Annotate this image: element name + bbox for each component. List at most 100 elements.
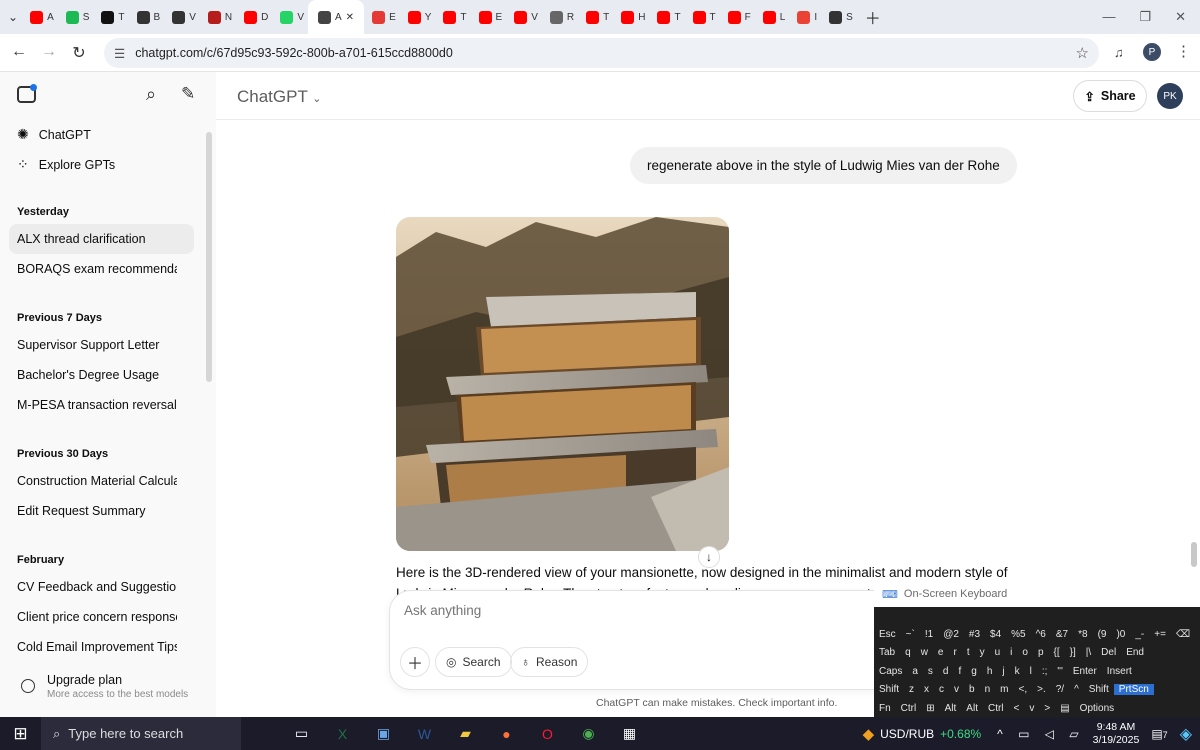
sidebar-chat-item[interactable]: Cold Email Improvement Tips bbox=[17, 640, 177, 654]
osk-key[interactable]: p bbox=[1033, 647, 1049, 658]
osk-key[interactable]: ▤ bbox=[1055, 703, 1074, 714]
osk-key[interactable]: t bbox=[962, 647, 975, 658]
ticker-symbol[interactable]: USD/RUB bbox=[880, 727, 934, 741]
osk-key[interactable]: <, bbox=[1013, 684, 1032, 695]
browser-tab[interactable]: E bbox=[471, 0, 507, 34]
system-tray-icons[interactable]: ^ ▭ ◁ ▱ bbox=[997, 727, 1084, 741]
browser-tab[interactable]: R bbox=[542, 0, 578, 34]
osk-key[interactable]: :; bbox=[1037, 666, 1053, 677]
osk-key[interactable]: v bbox=[949, 684, 964, 695]
browser-tab[interactable]: D bbox=[236, 0, 272, 34]
osk-key[interactable]: Home bbox=[1195, 629, 1200, 640]
osk-key[interactable]: Ctrl bbox=[896, 703, 922, 714]
browser-tab[interactable]: Y bbox=[400, 0, 436, 34]
share-button[interactable]: ⇪ Share bbox=[1073, 80, 1147, 112]
task-view-icon[interactable]: ▭ bbox=[281, 717, 322, 750]
taskbar-search[interactable]: ⌕ Type here to search bbox=[41, 717, 241, 750]
browser-tab[interactable]: T bbox=[578, 0, 613, 34]
osk-key[interactable]: b bbox=[964, 684, 980, 695]
osk-key[interactable]: ^ bbox=[1069, 684, 1084, 695]
osk-key[interactable]: Caps bbox=[874, 666, 907, 677]
browser-tab[interactable]: T bbox=[435, 0, 470, 34]
clock[interactable]: 9:48 AM 3/19/2025 bbox=[1093, 721, 1140, 747]
browser-tab[interactable]: T bbox=[93, 0, 128, 34]
osk-key[interactable]: y bbox=[975, 647, 990, 658]
minimize-icon[interactable]: — bbox=[1102, 9, 1115, 25]
osk-key[interactable]: Shift bbox=[874, 684, 904, 695]
osk-key[interactable]: $4 bbox=[985, 629, 1006, 640]
browser-tab[interactable]: V bbox=[164, 0, 200, 34]
forward-icon[interactable]: → bbox=[34, 43, 64, 61]
osk-key[interactable]: q bbox=[900, 647, 916, 658]
osk-key[interactable]: o bbox=[1017, 647, 1033, 658]
user-avatar[interactable]: PK bbox=[1157, 83, 1183, 109]
osk-key[interactable]: c bbox=[934, 684, 949, 695]
upgrade-plan-button[interactable]: Upgrade plan More access to the best mod… bbox=[17, 672, 202, 708]
browser-tab[interactable]: F bbox=[720, 0, 755, 34]
address-bar[interactable]: ☰ chatgpt.com/c/67d95c93-592c-800b-a701-… bbox=[104, 38, 1099, 68]
osk-key[interactable]: g bbox=[966, 666, 982, 677]
osk-key[interactable]: z bbox=[904, 684, 919, 695]
osk-key[interactable]: _- bbox=[1130, 629, 1149, 640]
sidebar-chat-item[interactable]: Construction Material Calculat bbox=[17, 474, 177, 488]
osk-key[interactable]: "' bbox=[1052, 666, 1067, 677]
osk-key[interactable]: Tab bbox=[874, 647, 900, 658]
reload-icon[interactable]: ↻ bbox=[64, 43, 94, 63]
osk-titlebar[interactable]: ⌨ On-Screen Keyboard bbox=[874, 581, 1200, 607]
search-chats-icon[interactable]: ⌕ bbox=[146, 84, 156, 105]
browser-tab[interactable]: V bbox=[506, 0, 542, 34]
osk-key[interactable]: m bbox=[995, 684, 1013, 695]
osk-key[interactable]: < bbox=[1009, 703, 1025, 714]
word-icon[interactable]: W bbox=[404, 717, 445, 750]
osk-key[interactable]: v bbox=[1024, 703, 1039, 714]
osk-key[interactable]: Options bbox=[1075, 703, 1119, 714]
browser-tab[interactable]: A ✕ bbox=[308, 0, 365, 34]
osk-key[interactable]: w bbox=[916, 647, 933, 658]
osk-key[interactable]: Enter bbox=[1068, 666, 1102, 677]
osk-key[interactable]: Alt bbox=[961, 703, 983, 714]
media-control-icon[interactable]: ♫ bbox=[1114, 45, 1124, 60]
new-tab-button[interactable]: ＋ bbox=[857, 0, 885, 34]
osk-key[interactable]: @2 bbox=[938, 629, 964, 640]
osk-key[interactable]: i bbox=[1005, 647, 1017, 658]
sidebar-chat-item[interactable]: Edit Request Summary bbox=[17, 504, 177, 518]
scroll-down-icon[interactable]: ↓ bbox=[698, 546, 720, 568]
browser-tab[interactable]: L bbox=[755, 0, 790, 34]
osk-key[interactable]: e bbox=[933, 647, 949, 658]
browser-tab[interactable]: V bbox=[272, 0, 308, 34]
back-icon[interactable]: ← bbox=[4, 43, 34, 61]
osk-key[interactable]: {[ bbox=[1049, 647, 1065, 658]
browser-tab[interactable]: H bbox=[613, 0, 649, 34]
chrome-icon[interactable]: ◉ bbox=[568, 717, 609, 750]
main-scrollbar[interactable] bbox=[1191, 542, 1197, 567]
osk-key[interactable]: h bbox=[982, 666, 998, 677]
sidebar-chat-item[interactable]: M-PESA transaction reversal re bbox=[17, 398, 177, 412]
osk-key[interactable]: l bbox=[1025, 666, 1037, 677]
osk-key[interactable]: ⌫ bbox=[1171, 629, 1195, 640]
generated-image[interactable] bbox=[396, 217, 729, 551]
osk-key[interactable]: s bbox=[923, 666, 938, 677]
opera-icon[interactable]: O bbox=[527, 717, 568, 750]
file-explorer-icon[interactable]: ▰ bbox=[445, 717, 486, 750]
windows-start-icon[interactable]: ⊞ bbox=[0, 717, 41, 750]
sidebar-chat-item[interactable]: BORAQS exam recommendati bbox=[17, 262, 177, 276]
osk-key[interactable]: ⊞ bbox=[921, 703, 939, 714]
osk-key[interactable]: !1 bbox=[920, 629, 938, 640]
remote-desktop-icon[interactable]: ▣ bbox=[363, 717, 404, 750]
osk-key[interactable]: x bbox=[919, 684, 934, 695]
osk-key[interactable]: r bbox=[948, 647, 961, 658]
osk-key[interactable]: PrtScn bbox=[1113, 684, 1154, 695]
osk-key[interactable]: >. bbox=[1032, 684, 1051, 695]
osk-key[interactable]: ~` bbox=[901, 629, 920, 640]
osk-key[interactable]: > bbox=[1039, 703, 1055, 714]
model-selector[interactable]: ChatGPT ⌄ bbox=[237, 87, 322, 107]
osk-key[interactable]: %5 bbox=[1006, 629, 1030, 640]
osk-key[interactable]: Shift bbox=[1084, 684, 1114, 695]
osk-key[interactable]: &7 bbox=[1051, 629, 1073, 640]
attach-button[interactable]: ＋ bbox=[400, 647, 430, 677]
osk-key[interactable]: *8 bbox=[1073, 629, 1092, 640]
osk-key[interactable]: End bbox=[1121, 647, 1149, 658]
browser-tab[interactable]: A bbox=[22, 0, 58, 34]
browser-tab[interactable]: B bbox=[129, 0, 165, 34]
osk-key[interactable]: #3 bbox=[964, 629, 985, 640]
